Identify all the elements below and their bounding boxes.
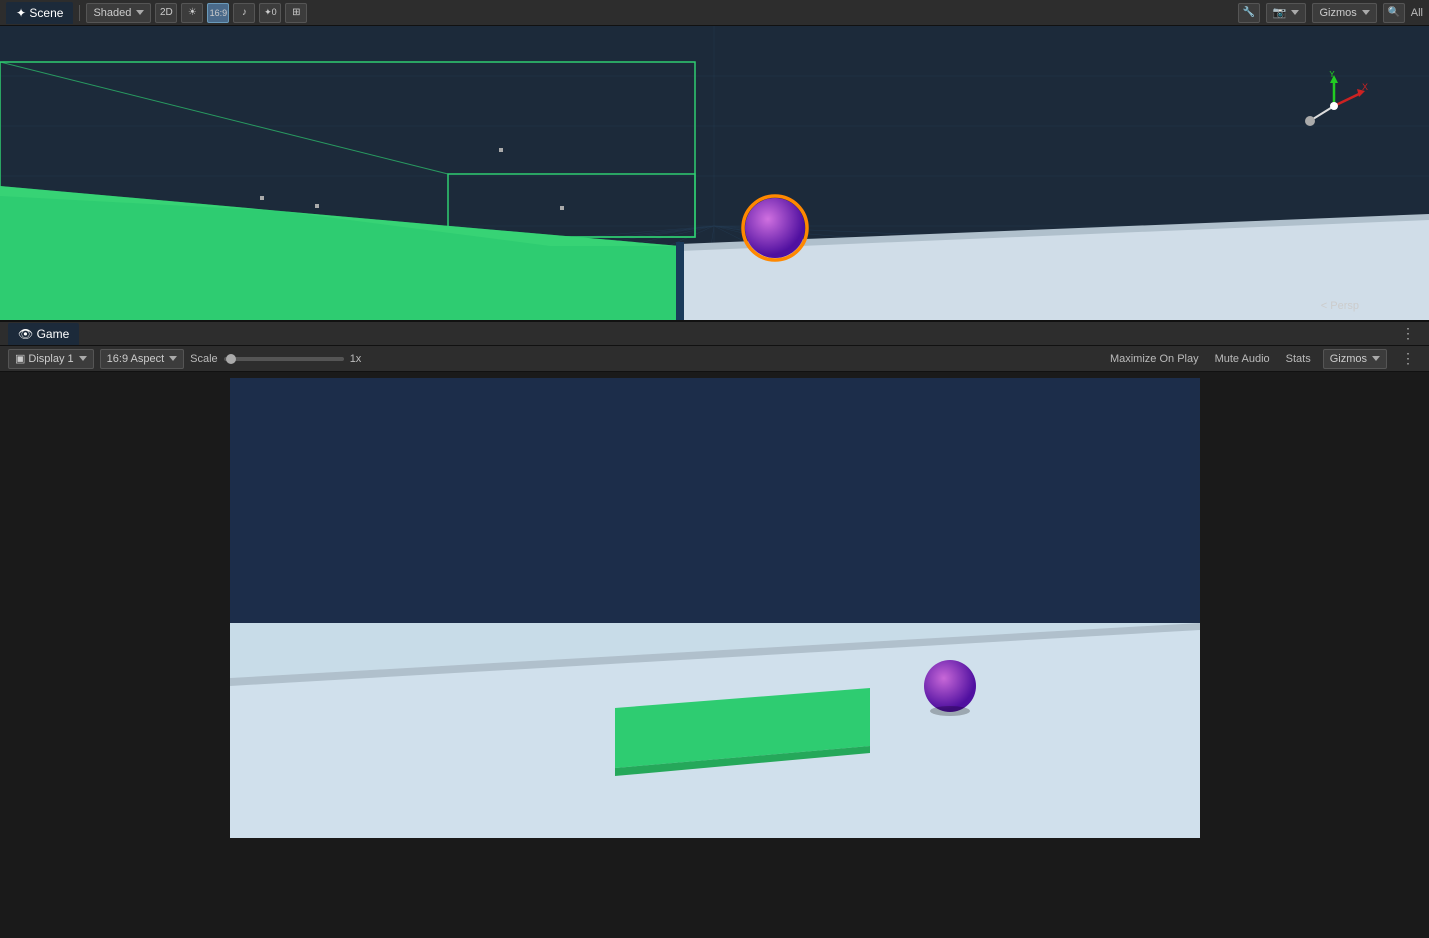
below-game-area <box>0 838 1429 938</box>
scene-viewport[interactable]: Y X < Persp <box>0 26 1429 320</box>
maximize-on-play-btn[interactable]: Maximize On Play <box>1106 352 1203 366</box>
camera-dropdown[interactable]: 📷 <box>1266 3 1307 23</box>
sep1 <box>79 5 80 21</box>
game-toolbar: ▣ Display 1 16:9 Aspect Scale 1x Maximiz… <box>0 346 1429 372</box>
scale-label: Scale <box>190 353 218 365</box>
game-panel: 👁 Game ⋮ ▣ Display 1 16:9 Aspect Scale 1… <box>0 320 1429 938</box>
game-tab-dots-icon[interactable]: ⋮ <box>1395 325 1421 342</box>
light-icon-btn[interactable]: ☀ <box>181 3 203 23</box>
game-tab-icon: 👁 <box>18 327 33 341</box>
scale-slider[interactable] <box>224 357 344 361</box>
game-tab-label: Game <box>37 327 70 341</box>
scene-tabbar: ✦ Scene Shaded 2D ☀ 16:9 ♪ ✦0 <box>0 0 1429 26</box>
display-icon: ▣ <box>15 352 25 365</box>
game-canvas <box>230 378 1200 838</box>
game-viewport[interactable] <box>0 372 1429 838</box>
aspect-icon: 16:9 <box>210 8 228 18</box>
search-icon: 🔍 <box>1388 7 1400 18</box>
aspect-dropdown[interactable]: 16:9 Aspect <box>100 349 185 369</box>
stats-btn[interactable]: Stats <box>1282 352 1315 366</box>
game-toolbar-dots-icon[interactable]: ⋮ <box>1395 350 1421 367</box>
aspect-arrow-icon <box>169 356 177 361</box>
effects-icon-btn[interactable]: ✦0 <box>259 3 281 23</box>
scene-tab-label: Scene <box>29 6 63 20</box>
gizmo-svg: Y X <box>1299 71 1369 141</box>
gizmos-dropdown[interactable]: Gizmos <box>1312 3 1376 23</box>
gizmo-widget[interactable]: Y X <box>1299 71 1369 141</box>
camera-icon: 📷 <box>1273 6 1287 19</box>
effects-icon: ✦0 <box>264 7 277 18</box>
audio-icon-btn[interactable]: ♪ <box>233 3 255 23</box>
scene-panel: ✦ Scene Shaded 2D ☀ 16:9 ♪ ✦0 <box>0 0 1429 320</box>
game-tab[interactable]: 👁 Game <box>8 323 79 345</box>
2d-button[interactable]: 2D <box>155 3 177 23</box>
grid-icon: ⊞ <box>292 7 300 18</box>
display-label: Display 1 <box>28 353 73 365</box>
aspect-btn[interactable]: 16:9 <box>207 3 229 23</box>
game-tabbar: 👁 Game ⋮ <box>0 320 1429 346</box>
grid-icon-btn[interactable]: ⊞ <box>285 3 307 23</box>
display-arrow-icon <box>79 356 87 361</box>
scene-tab[interactable]: ✦ Scene <box>6 2 73 24</box>
camera-arrow-icon <box>1291 10 1299 15</box>
game-gizmos-label: Gizmos <box>1330 353 1367 365</box>
search-icon-btn[interactable]: 🔍 <box>1383 3 1405 23</box>
2d-label: 2D <box>160 7 173 18</box>
audio-icon: ♪ <box>242 7 247 18</box>
scene-tab-icon: ✦ <box>16 6 26 20</box>
aspect-label: 16:9 Aspect <box>107 353 165 365</box>
game-canvas-svg <box>230 378 1200 838</box>
gizmos-label: Gizmos <box>1319 7 1356 19</box>
display-dropdown[interactable]: ▣ Display 1 <box>8 349 94 369</box>
right-toolbar: Maximize On Play Mute Audio Stats Gizmos… <box>1106 349 1421 369</box>
mute-audio-btn[interactable]: Mute Audio <box>1211 352 1274 366</box>
shaded-label: Shaded <box>93 7 131 19</box>
game-gizmos-arrow-icon <box>1372 356 1380 361</box>
persp-label: < Persp <box>1321 300 1359 312</box>
gizmos-arrow-icon <box>1362 10 1370 15</box>
scale-value: 1x <box>350 353 362 365</box>
shaded-dropdown[interactable]: Shaded <box>86 3 151 23</box>
scale-slider-knob <box>226 354 236 364</box>
wrench-icon: 🔧 <box>1243 7 1255 18</box>
svg-text:X: X <box>1362 82 1368 92</box>
game-gizmos-dropdown[interactable]: Gizmos <box>1323 349 1387 369</box>
wrench-icon-btn[interactable]: 🔧 <box>1238 3 1260 23</box>
shaded-arrow-icon <box>136 10 144 15</box>
scene-svg <box>0 26 1429 320</box>
all-label: All <box>1411 7 1423 19</box>
svg-text:Y: Y <box>1329 71 1335 79</box>
light-icon: ☀ <box>188 7 197 18</box>
